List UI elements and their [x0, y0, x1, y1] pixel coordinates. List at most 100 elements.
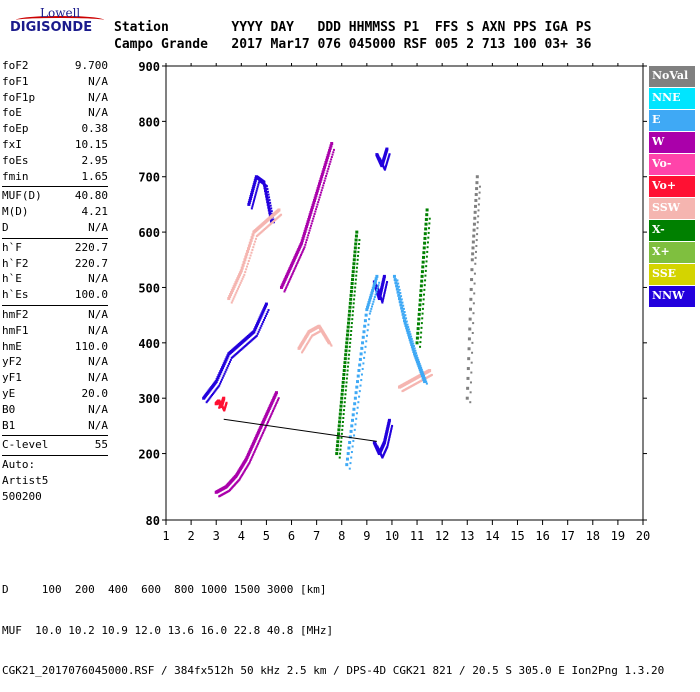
data-point-e	[370, 305, 373, 308]
data-point-w	[322, 182, 325, 185]
data-point-noval	[471, 351, 474, 354]
y-tick-label: 80	[146, 514, 160, 528]
data-point-noval	[471, 331, 474, 334]
data-point-nnw	[229, 358, 232, 361]
data-point-noval	[472, 312, 475, 315]
data-point-x	[417, 317, 421, 321]
data-point-e	[373, 296, 376, 298]
data-point-nnw	[385, 147, 389, 151]
data-point-w	[316, 203, 319, 206]
data-point-x	[349, 337, 352, 340]
data-point-x	[353, 254, 357, 258]
data-point-x	[422, 246, 426, 250]
data-point-x	[343, 405, 346, 408]
data-point-e	[402, 304, 405, 307]
data-point-x	[428, 217, 431, 220]
data-point-x	[346, 329, 350, 333]
legend-item-w: W	[649, 132, 695, 153]
data-point-nnw	[251, 205, 254, 208]
data-point-ssw	[250, 251, 253, 254]
data-point-x	[352, 266, 356, 270]
data-point-e	[345, 457, 349, 461]
data-point-e	[403, 311, 406, 314]
data-point-noval	[474, 193, 478, 197]
polarization-legend: NoVal NNE E W Vo- Vo+ SSW X- X+ SSE NNW	[649, 66, 695, 308]
data-point-e	[397, 297, 401, 301]
footer: D 100 200 400 600 800 1000 1500 3000 [km…	[2, 557, 664, 692]
data-point-nnw	[382, 274, 386, 278]
data-point-w	[320, 189, 323, 192]
data-point-x	[343, 401, 346, 404]
data-point-x	[416, 327, 420, 331]
data-point-x	[351, 314, 354, 317]
data-point-e	[354, 423, 357, 426]
data-point-x	[342, 372, 346, 376]
data-point-nnw	[264, 302, 268, 306]
data-point-x	[421, 260, 425, 264]
data-point-nnw	[387, 418, 391, 422]
data-point-x	[353, 294, 356, 297]
data-point-ssw	[254, 237, 257, 240]
data-point-x	[343, 409, 346, 412]
data-point-x	[349, 289, 353, 293]
data-point-e	[350, 424, 354, 428]
data-point-x	[425, 265, 428, 268]
data-point-ssw	[428, 369, 432, 373]
data-point-x	[418, 303, 422, 307]
x-tick-label: 16	[535, 529, 549, 543]
data-point-e	[362, 362, 365, 365]
data-point-ssw	[241, 277, 244, 280]
data-point-nnw	[250, 207, 253, 210]
data-point-x	[345, 381, 348, 384]
data-point-e	[360, 379, 363, 382]
data-point-e	[402, 307, 405, 310]
data-point-e	[397, 285, 400, 288]
data-point-ssw	[233, 295, 236, 298]
data-point-noval	[477, 209, 480, 212]
data-point-x	[424, 222, 428, 226]
data-point-x	[342, 417, 345, 420]
data-point-e	[368, 318, 371, 321]
data-point-ssw	[241, 263, 245, 267]
data-point-x	[344, 345, 348, 349]
data-point-ssw	[254, 240, 257, 243]
data-point-x	[424, 274, 427, 277]
data-point-ssw	[234, 293, 237, 296]
data-point-x	[418, 308, 422, 312]
data-point-x	[352, 306, 355, 309]
data-point-x	[357, 254, 360, 257]
data-point-x	[417, 312, 421, 316]
data-point-nnw	[262, 180, 266, 184]
data-point-noval	[469, 391, 472, 394]
data-point-noval	[467, 347, 471, 351]
x-tick-label: 15	[510, 529, 524, 543]
data-point-e	[367, 323, 370, 326]
data-point-nnw	[222, 374, 225, 377]
data-point-e	[371, 303, 374, 306]
data-point-x	[340, 432, 343, 435]
data-point-x	[426, 241, 429, 244]
data-point-x	[426, 246, 429, 249]
x-tick-label: 7	[313, 529, 320, 543]
data-point-nnw	[226, 366, 229, 369]
data-point-ssw	[243, 258, 247, 262]
data-point-nnw	[262, 183, 266, 187]
data-point-nnw	[220, 380, 223, 383]
data-point-x	[347, 357, 350, 360]
data-point-x	[356, 258, 359, 261]
data-point-ssw	[242, 261, 246, 265]
data-point-x	[421, 307, 424, 310]
data-point-e	[350, 418, 354, 422]
data-point-e	[397, 293, 401, 297]
data-point-nnw	[262, 320, 265, 323]
data-point-x	[339, 444, 342, 447]
data-point-e	[351, 413, 355, 417]
data-point-x	[347, 321, 351, 325]
x-tick-label: 18	[586, 529, 600, 543]
data-point-w	[312, 215, 315, 218]
data-point-x	[339, 408, 343, 412]
data-point-x	[355, 274, 358, 277]
data-point-e	[362, 330, 366, 334]
data-point-x	[357, 246, 360, 249]
data-point-x	[346, 373, 349, 376]
